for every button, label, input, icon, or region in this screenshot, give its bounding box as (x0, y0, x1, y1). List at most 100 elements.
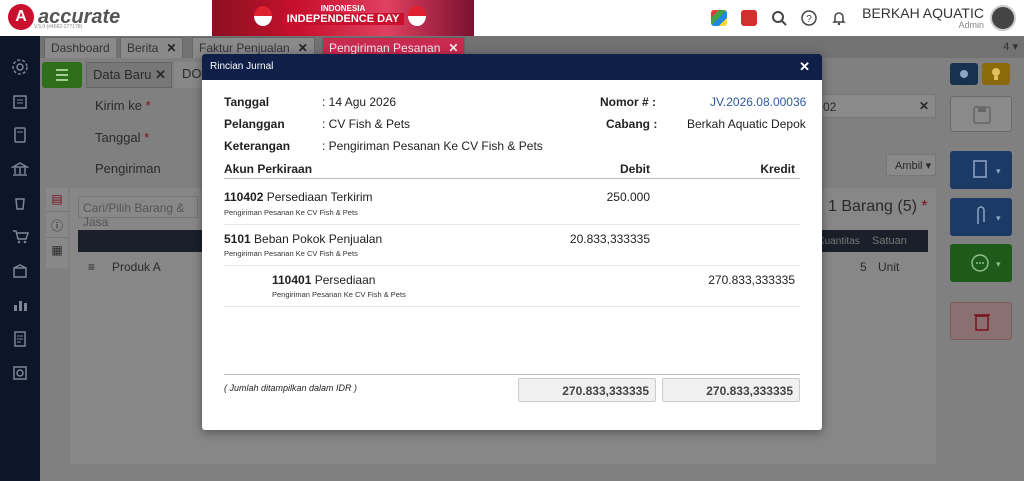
stack-icon[interactable]: ▦ (46, 238, 68, 264)
user-role: Admin (958, 20, 984, 30)
entry-kredit: 270.833,333335 (708, 273, 795, 287)
item-unit: Unit (878, 260, 900, 274)
item-name: Produk A (112, 260, 161, 274)
more-actions-button[interactable]: ▾ (950, 244, 1012, 282)
entry-note: Pengiriman Pesanan Ke CV Fish & Pets (224, 208, 358, 217)
banner-line2: INDEPENDENCE DAY (282, 13, 404, 25)
total-debit: 270.833,333335 (518, 378, 656, 402)
lightbulb-button[interactable] (982, 63, 1010, 85)
header-divider (224, 178, 800, 179)
tab-count[interactable]: 4 ▾ (1003, 40, 1018, 53)
tab-dashboard[interactable]: Dashboard (44, 37, 116, 58)
account-code: 110402 (224, 190, 264, 204)
cart-icon[interactable] (0, 220, 40, 254)
footer-divider (224, 374, 800, 375)
bank-icon[interactable] (0, 152, 40, 186)
settings-icon[interactable] (0, 50, 40, 84)
save-button[interactable] (950, 96, 1012, 132)
doc-icon[interactable]: ▤ (46, 188, 68, 212)
col-kuantitas: Kuantitas (818, 236, 860, 247)
close-icon[interactable]: ✕ (448, 41, 458, 55)
journal-entry[interactable]: 110401 Persediaan (272, 273, 375, 287)
sidebar (0, 36, 40, 481)
svg-text:▾: ▾ (996, 213, 1001, 223)
account-name: Persediaan Terkirim (266, 190, 373, 204)
cabang-value: Berkah Aquatic Depok (687, 117, 806, 131)
ambil-button[interactable]: Ambil ▾ (886, 154, 936, 176)
kirim-ke-label: Kirim ke * (95, 98, 151, 113)
tab-data-baru[interactable]: Data Baru ✕ (86, 62, 172, 88)
svg-text:▾: ▾ (996, 166, 1001, 176)
company-icon[interactable] (0, 84, 40, 118)
keterangan-label: Keterangan (224, 139, 291, 153)
rincian-jurnal-modal: Rincian Jurnal ✕ Tanggal : 14 Agu 2026 P… (202, 54, 822, 430)
side-tabs: ▤ ⓘ ▦ (46, 188, 68, 268)
pengiriman-label: Pengiriman (95, 161, 161, 176)
document-icon[interactable] (0, 322, 40, 356)
account-name: Beban Pokok Penjualan (254, 232, 383, 246)
close-icon[interactable]: ✕ (298, 41, 308, 55)
logo-mark: A (8, 4, 34, 30)
inventory-icon[interactable] (0, 254, 40, 288)
print-button[interactable]: ▾ (950, 151, 1012, 189)
info-icon[interactable]: ⓘ (46, 212, 68, 238)
delete-button[interactable] (950, 302, 1012, 340)
gear-button[interactable] (950, 63, 978, 85)
account-code: 5101 (224, 232, 251, 246)
independence-banner: INDONESIA INDEPENDENCE DAY (212, 0, 474, 36)
apps-icon[interactable] (704, 3, 734, 33)
entry-note: Pengiriman Pesanan Ke CV Fish & Pets (272, 290, 406, 299)
analytics-icon[interactable] (0, 356, 40, 390)
attachment-button[interactable]: ▾ (950, 198, 1012, 236)
ledger-icon[interactable] (0, 118, 40, 152)
modal-title: Rincian Jurnal (210, 61, 274, 72)
avatar[interactable] (990, 5, 1016, 31)
pelanggan-value: : CV Fish & Pets (322, 117, 411, 131)
entry-note: Pengiriman Pesanan Ke CV Fish & Pets (224, 249, 358, 258)
currency-note: ( Jumlah ditampilkan dalam IDR ) (224, 383, 358, 393)
pelanggan-label: Pelanggan (224, 117, 285, 131)
top-bar: A accurate V.5.0 (#4662-277178) INDONESI… (0, 0, 1024, 36)
new-app-icon[interactable] (734, 3, 764, 33)
col-debit: Debit (620, 162, 650, 176)
journal-entry[interactable]: 5101 Beban Pokok Penjualan (224, 232, 382, 246)
company-name: BERKAH AQUATIC (862, 5, 984, 21)
search-item-input[interactable]: Cari/Pilih Barang & Jasa (78, 196, 198, 229)
svg-text:?: ? (806, 14, 812, 25)
svg-text:▾: ▾ (996, 259, 1001, 269)
right-field[interactable]: 02 ✕ (820, 94, 936, 118)
report-icon[interactable] (0, 288, 40, 322)
entry-debit: 250.000 (606, 190, 650, 204)
modal-header: Rincian Jurnal ✕ (202, 54, 822, 80)
app-version: V.5.0 (#4662-277178) (34, 24, 83, 30)
item-qty: 5 (860, 260, 867, 274)
account-name: Persediaan (314, 273, 376, 287)
help-icon[interactable]: ? (794, 3, 824, 33)
nomor-label: Nomor # : (600, 95, 657, 109)
tanggal-label: Tanggal * (95, 130, 150, 145)
account-code: 110401 (272, 273, 312, 287)
flag-icon (408, 6, 426, 26)
keterangan-value: : Pengiriman Pesanan Ke CV Fish & Pets (322, 139, 543, 153)
cabang-label: Cabang : (606, 117, 658, 131)
search-icon[interactable] (764, 3, 794, 33)
total-kredit: 270.833,333335 (662, 378, 800, 402)
banner-line1: INDONESIA (320, 4, 366, 13)
tanggal-label: Tanggal (224, 95, 270, 109)
list-button[interactable] (42, 62, 82, 88)
journal-entry[interactable]: 110402 Persediaan Terkirim (224, 190, 373, 204)
flag-icon (254, 6, 272, 26)
nomor-value: JV.2026.08.00036 (710, 95, 807, 109)
col-satuan: Satuan (872, 235, 907, 247)
close-icon[interactable]: ✕ (166, 41, 176, 55)
entry-debit: 20.833,333335 (569, 232, 650, 246)
close-icon[interactable]: ✕ (799, 59, 810, 75)
user-info[interactable]: BERKAH AQUATIC Admin (862, 6, 984, 30)
purchase-icon[interactable] (0, 186, 40, 220)
bell-icon[interactable] (824, 3, 854, 33)
col-kredit: Kredit (760, 162, 795, 176)
tab-do[interactable]: DO (174, 62, 204, 88)
tab-berita[interactable]: Berita ✕ (120, 37, 184, 58)
col-akun: Akun Perkiraan (224, 162, 313, 176)
tanggal-value: : 14 Agu 2026 (322, 95, 397, 109)
